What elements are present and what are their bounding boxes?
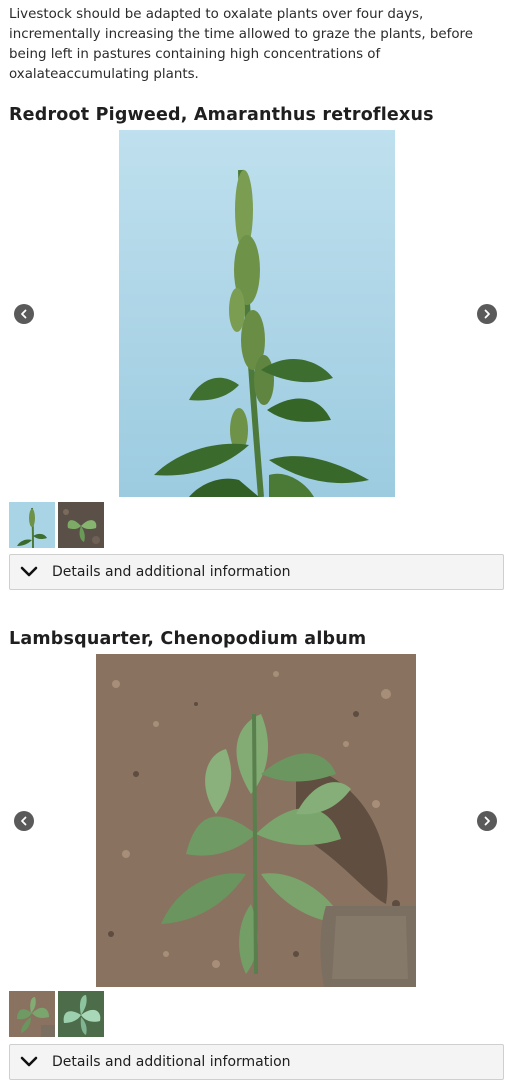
chevron-down-icon <box>20 566 38 577</box>
page: Livestock should be adapted to oxalate p… <box>0 0 517 1089</box>
details-label: Details and additional information <box>52 564 291 580</box>
chevron-right-icon <box>484 309 490 319</box>
thumbnail-lambsquarter-2[interactable] <box>58 991 104 1037</box>
chevron-right-icon <box>484 816 490 826</box>
carousel-prev-button-pigweed[interactable] <box>14 304 34 324</box>
carousel-next-button-pigweed[interactable] <box>477 304 497 324</box>
lambsquarter-photo <box>96 654 416 987</box>
thumbnail-pigweed-2[interactable] <box>58 502 104 548</box>
thumbnail-pigweed-1[interactable] <box>9 502 55 548</box>
section-title-pigweed: Redroot Pigweed, Amaranthus retroflexus <box>9 105 434 125</box>
pigweed-photo <box>119 130 395 497</box>
intro-paragraph: Livestock should be adapted to oxalate p… <box>9 7 473 82</box>
thumbnail-lambsquarter-1[interactable] <box>9 991 55 1037</box>
details-toggle-lambsquarter[interactable]: Details and additional information <box>9 1044 504 1080</box>
section-title-lambsquarter: Lambsquarter, Chenopodium album <box>9 629 367 649</box>
carousel-next-button-lambsquarter[interactable] <box>477 811 497 831</box>
chevron-down-icon <box>20 1056 38 1067</box>
chevron-left-icon <box>21 816 27 826</box>
carousel-prev-button-lambsquarter[interactable] <box>14 811 34 831</box>
details-toggle-pigweed[interactable]: Details and additional information <box>9 554 504 590</box>
details-label: Details and additional information <box>52 1054 291 1070</box>
chevron-left-icon <box>21 309 27 319</box>
